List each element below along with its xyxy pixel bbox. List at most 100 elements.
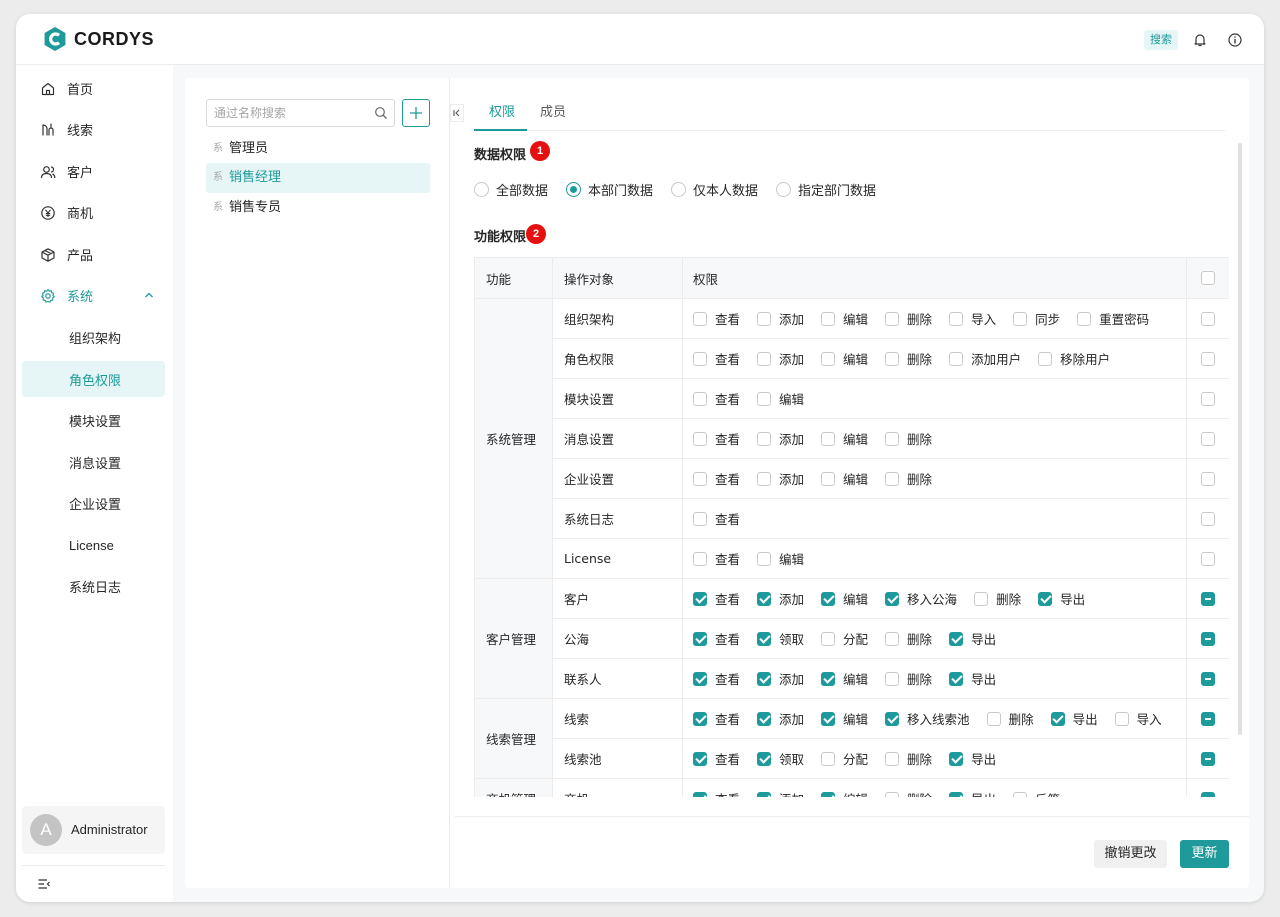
- radio-empty-icon[interactable]: [474, 181, 489, 197]
- permission-option[interactable]: 添加: [757, 709, 804, 728]
- checkbox-empty-icon[interactable]: [821, 351, 836, 366]
- checkbox-checked-icon[interactable]: [757, 751, 772, 766]
- sidebar-subitem-roles[interactable]: 角色权限: [22, 361, 165, 397]
- checkbox-empty-icon[interactable]: [693, 551, 707, 566]
- permission-option[interactable]: 编辑: [821, 709, 868, 728]
- permission-option[interactable]: 导出: [1050, 709, 1098, 728]
- permission-option[interactable]: 删除: [885, 789, 932, 797]
- permission-option[interactable]: 删除: [986, 709, 1034, 728]
- sidebar-subitem-org[interactable]: 组织架构: [22, 319, 165, 355]
- permission-option[interactable]: 查看: [693, 549, 740, 568]
- sidebar-subitem-license[interactable]: License: [22, 527, 165, 563]
- checkbox-checked-icon[interactable]: [757, 711, 772, 726]
- permission-option[interactable]: 查看: [693, 709, 740, 728]
- permission-option[interactable]: 编辑: [757, 389, 804, 408]
- permission-option[interactable]: 添加: [757, 669, 804, 688]
- permission-option[interactable]: 添加: [757, 469, 804, 488]
- checkbox-empty-icon[interactable]: [885, 311, 900, 326]
- checkbox-checked-icon[interactable]: [821, 591, 836, 606]
- checkbox-empty-icon[interactable]: [949, 311, 964, 326]
- checkbox-empty-icon[interactable]: [885, 791, 900, 797]
- checkbox-empty-icon[interactable]: [1038, 351, 1053, 366]
- checkbox-checked-icon[interactable]: [949, 791, 964, 797]
- permission-option[interactable]: 查看: [693, 749, 740, 768]
- checkbox-empty-icon[interactable]: [885, 471, 900, 486]
- checkbox-checked-icon[interactable]: [821, 671, 836, 686]
- permission-option[interactable]: 编辑: [757, 549, 804, 568]
- checkbox-empty-icon[interactable]: [757, 471, 772, 486]
- checkbox-checked-icon[interactable]: [885, 711, 900, 726]
- sidebar-item-product[interactable]: 产品: [22, 236, 165, 272]
- checkbox-checked-icon[interactable]: [757, 591, 772, 606]
- checkbox-indeterminate-icon[interactable]: [1201, 751, 1215, 766]
- permission-option[interactable]: 导出: [949, 629, 996, 648]
- scrollbar[interactable]: [1238, 143, 1242, 735]
- checkbox-checked-icon[interactable]: [693, 631, 707, 646]
- checkbox-empty-icon[interactable]: [1013, 311, 1028, 326]
- collapse-menu-icon[interactable]: [37, 877, 51, 891]
- permission-option[interactable]: 编辑: [821, 469, 868, 488]
- data-scope-radio[interactable]: 全部数据: [474, 181, 548, 199]
- app-logo[interactable]: CORDYS: [42, 26, 154, 52]
- permission-option[interactable]: 导出: [1038, 589, 1085, 608]
- role-search-input[interactable]: [206, 99, 395, 127]
- permission-option[interactable]: 编辑: [821, 789, 868, 797]
- permission-option[interactable]: 导出: [949, 789, 996, 797]
- permission-option[interactable]: 同步: [1013, 309, 1060, 328]
- row-select-checkbox[interactable]: [1201, 391, 1215, 406]
- permission-option[interactable]: 导出: [949, 669, 996, 688]
- checkbox-empty-icon[interactable]: [885, 751, 900, 766]
- permission-option[interactable]: 删除: [885, 429, 932, 448]
- checkbox-empty-icon[interactable]: [693, 391, 707, 406]
- permission-option[interactable]: 导出: [949, 749, 996, 768]
- checkbox-checked-icon[interactable]: [949, 631, 964, 646]
- revert-changes-button[interactable]: 撤销更改: [1094, 840, 1167, 868]
- permission-option[interactable]: 查看: [693, 309, 740, 328]
- permission-option[interactable]: 移除用户: [1038, 349, 1110, 368]
- radio-empty-icon[interactable]: [671, 181, 687, 197]
- row-select-checkbox[interactable]: [1201, 311, 1215, 326]
- checkbox-empty-icon[interactable]: [693, 431, 707, 446]
- permission-option[interactable]: 编辑: [821, 349, 868, 368]
- checkbox-empty-icon[interactable]: [1013, 791, 1028, 797]
- checkbox-checked-icon[interactable]: [693, 671, 707, 686]
- role-item-sales-rep[interactable]: 系 销售专员: [206, 193, 430, 223]
- checkbox-indeterminate-icon[interactable]: [1201, 711, 1215, 726]
- checkbox-empty-icon[interactable]: [693, 311, 707, 326]
- radio-empty-icon[interactable]: [776, 181, 792, 197]
- checkbox-checked-icon[interactable]: [693, 791, 707, 797]
- sidebar-item-system[interactable]: 系统: [22, 277, 165, 313]
- checkbox-empty-icon[interactable]: [885, 631, 900, 646]
- global-search-button[interactable]: 搜索: [1144, 30, 1178, 50]
- info-icon[interactable]: [1227, 32, 1243, 48]
- checkbox-empty-icon[interactable]: [821, 751, 836, 766]
- permission-option[interactable]: 添加: [757, 789, 804, 797]
- tab-permissions[interactable]: 权限: [489, 101, 515, 120]
- row-select-checkbox[interactable]: [1201, 431, 1215, 446]
- sidebar-subitem-enterprise[interactable]: 企业设置: [22, 485, 165, 521]
- permission-option[interactable]: 移入线索池: [885, 709, 970, 728]
- permission-option[interactable]: 查看: [693, 629, 740, 648]
- checkbox-indeterminate-icon[interactable]: [1201, 591, 1215, 606]
- permission-option[interactable]: 查看: [693, 469, 740, 488]
- checkbox-empty-icon[interactable]: [885, 431, 900, 446]
- user-card[interactable]: A Administrator: [22, 806, 165, 854]
- permission-option[interactable]: 编辑: [821, 669, 868, 688]
- checkbox-empty-icon[interactable]: [757, 311, 772, 326]
- checkbox-checked-icon[interactable]: [821, 711, 836, 726]
- checkbox-checked-icon[interactable]: [885, 591, 900, 606]
- sidebar-item-customer[interactable]: 客户: [22, 153, 165, 189]
- permission-option[interactable]: 导入: [949, 309, 996, 328]
- row-select-checkbox[interactable]: [1201, 471, 1215, 486]
- permission-option[interactable]: 删除: [974, 589, 1021, 608]
- permission-option[interactable]: 领取: [757, 629, 804, 648]
- checkbox-empty-icon[interactable]: [821, 431, 836, 446]
- permission-option[interactable]: 查看: [693, 509, 740, 528]
- permission-option[interactable]: 添加: [757, 309, 804, 328]
- permission-option[interactable]: 编辑: [821, 429, 868, 448]
- tab-members[interactable]: 成员: [540, 101, 566, 120]
- checkbox-empty-icon[interactable]: [693, 511, 707, 526]
- permission-option[interactable]: 导入: [1114, 709, 1162, 728]
- data-scope-radio[interactable]: 指定部门数据: [776, 181, 876, 199]
- permission-option[interactable]: 编辑: [821, 309, 868, 328]
